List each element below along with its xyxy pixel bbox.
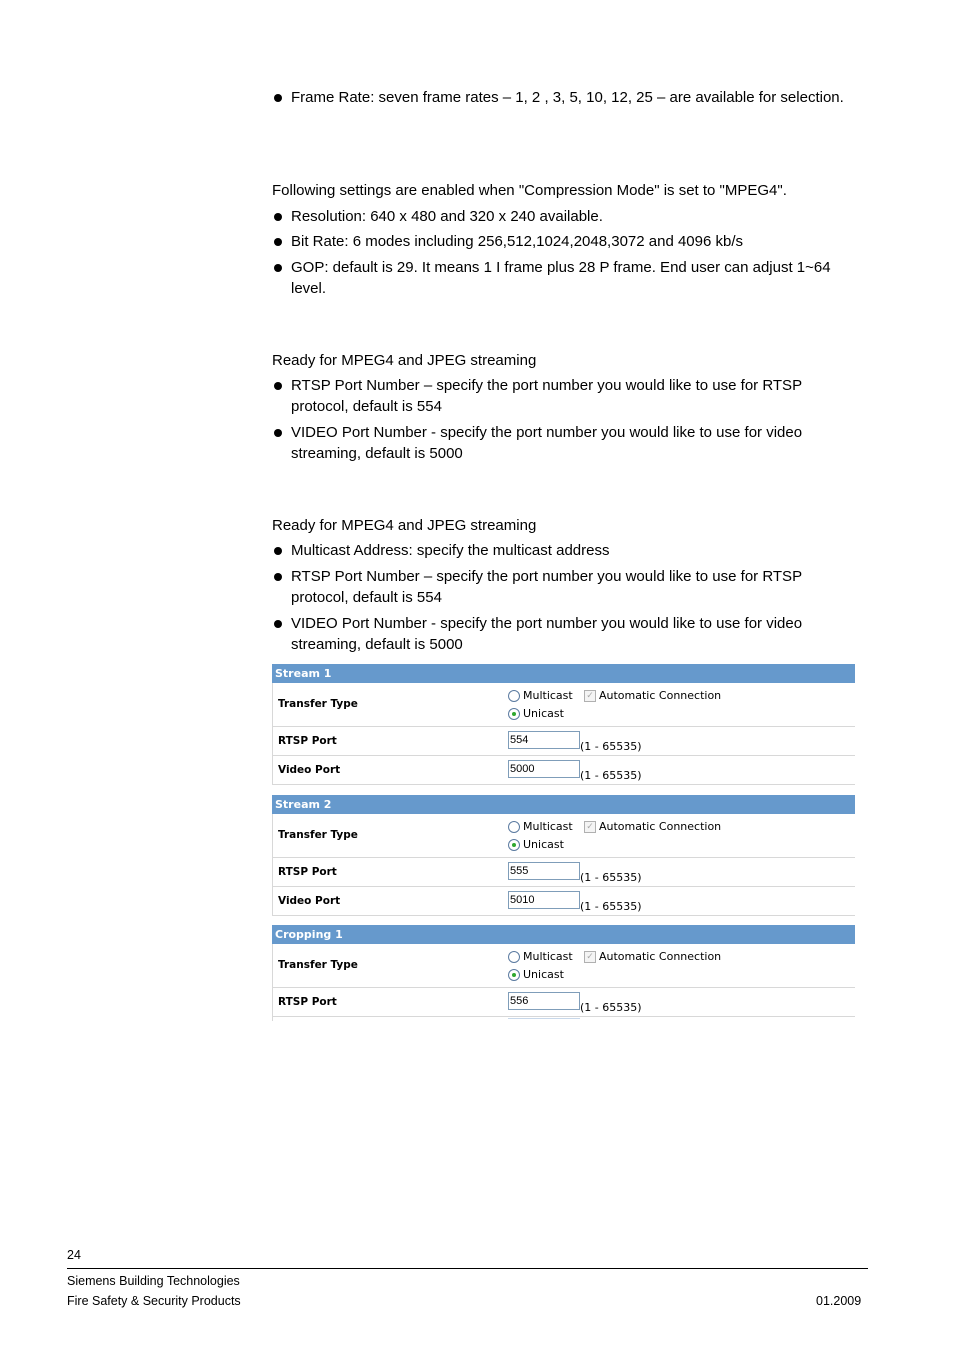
unicast-option[interactable]: Unicast: [508, 838, 564, 851]
cut-off-row: [272, 1017, 855, 1021]
rtsp-port-range: (1 - 65535): [580, 740, 642, 753]
automatic-connection-option[interactable]: ✓ Automatic Connection: [584, 950, 721, 963]
unicast-radio[interactable]: [508, 839, 520, 851]
bullet-unicast-rtsp: RTSP Port Number – specify the port numb…: [272, 375, 852, 417]
automatic-connection-checkbox[interactable]: ✓: [584, 690, 596, 702]
rtsp-port-label: RTSP Port: [278, 866, 337, 878]
footer-date: 01.2009: [816, 1294, 862, 1308]
bullet-resolution: Resolution: 640 x 480 and 320 x 240 avai…: [272, 206, 852, 227]
panel-stream-2: Stream 2 Transfer Type Multicast ✓ Automa…: [272, 795, 855, 916]
unicast-radio[interactable]: [508, 708, 520, 720]
bullet-icon: [274, 264, 282, 272]
footer-company: Siemens Building Technologies: [67, 1274, 240, 1288]
bullet-gop: GOP: default is 29. It means 1 I frame p…: [272, 257, 852, 299]
rtsp-port-range: (1 - 65535): [580, 1001, 642, 1014]
transfer-type-label: Transfer Type: [278, 829, 358, 841]
multicast-radio[interactable]: [508, 951, 520, 963]
footer-divider: [67, 1268, 868, 1269]
video-port-range: (1 - 65535): [580, 769, 642, 782]
video-port-row: Video Port 5010 (1 - 65535): [272, 887, 855, 916]
transfer-type-row: Transfer Type Multicast ✓ Automatic Conne…: [272, 814, 855, 858]
bullet-icon: [274, 429, 282, 437]
bullet-unicast-video: VIDEO Port Number - specify the port num…: [272, 422, 852, 464]
transfer-type-label: Transfer Type: [278, 959, 358, 971]
cut-off-input: [508, 1018, 580, 1022]
bullet-icon: [274, 94, 282, 102]
panel-header: Stream 1: [272, 664, 855, 683]
rtsp-port-row: RTSP Port 555 (1 - 65535): [272, 858, 855, 887]
bullet-multicast-address: Multicast Address: specify the multicast…: [272, 540, 852, 561]
video-port-range: (1 - 65535): [580, 900, 642, 913]
automatic-connection-checkbox[interactable]: ✓: [584, 821, 596, 833]
multicast-option[interactable]: Multicast: [508, 950, 573, 963]
unicast-intro: Ready for MPEG4 and JPEG streaming: [272, 352, 537, 369]
bullet-icon: [274, 620, 282, 628]
footer-division: Fire Safety & Security Products: [67, 1294, 241, 1308]
bullet-frame-rate: Frame Rate: seven frame rates – 1, 2 , 3…: [272, 87, 852, 108]
rtsp-port-row: RTSP Port 556 (1 - 65535): [272, 988, 855, 1017]
panel-stream-1: Stream 1 Transfer Type Multicast ✓ Automa…: [272, 664, 855, 785]
unicast-option[interactable]: Unicast: [508, 968, 564, 981]
video-port-label: Video Port: [278, 764, 341, 776]
multicast-option[interactable]: Multicast: [508, 820, 573, 833]
automatic-connection-checkbox[interactable]: ✓: [584, 951, 596, 963]
bullet-icon: [274, 238, 282, 246]
multicast-radio[interactable]: [508, 821, 520, 833]
multicast-option[interactable]: Multicast: [508, 689, 573, 702]
automatic-connection-option[interactable]: ✓ Automatic Connection: [584, 689, 721, 702]
rtsp-port-label: RTSP Port: [278, 735, 337, 747]
unicast-option[interactable]: Unicast: [508, 707, 564, 720]
bullet-icon: [274, 573, 282, 581]
panel-header: Stream 2: [272, 795, 855, 814]
video-port-row: Video Port 5000 (1 - 65535): [272, 756, 855, 785]
bullet-icon: [274, 382, 282, 390]
bullet-bitrate: Bit Rate: 6 modes including 256,512,1024…: [272, 231, 852, 252]
video-port-input[interactable]: 5000: [508, 760, 580, 778]
bullet-multicast-rtsp: RTSP Port Number – specify the port numb…: [272, 566, 852, 608]
page-number: 24: [67, 1248, 81, 1262]
rtsp-port-input[interactable]: 556: [508, 992, 580, 1010]
transfer-type-row: Transfer Type Multicast ✓ Automatic Conne…: [272, 683, 855, 727]
video-port-input[interactable]: 5010: [508, 891, 580, 909]
bullet-icon: [274, 213, 282, 221]
rtsp-port-input[interactable]: 554: [508, 731, 580, 749]
bullet-multicast-video: VIDEO Port Number - specify the port num…: [272, 613, 852, 655]
automatic-connection-option[interactable]: ✓ Automatic Connection: [584, 820, 721, 833]
mpeg4-intro: Following settings are enabled when "Com…: [272, 182, 787, 199]
rtsp-port-label: RTSP Port: [278, 996, 337, 1008]
transfer-type-row: Transfer Type Multicast ✓ Automatic Conne…: [272, 944, 855, 988]
panel-header: Cropping 1: [272, 925, 855, 944]
rtsp-port-range: (1 - 65535): [580, 871, 642, 884]
multicast-radio[interactable]: [508, 690, 520, 702]
panel-cropping-1: Cropping 1 Transfer Type Multicast ✓ Auto…: [272, 925, 855, 1021]
bullet-icon: [274, 547, 282, 555]
rtsp-port-row: RTSP Port 554 (1 - 65535): [272, 727, 855, 756]
unicast-radio[interactable]: [508, 969, 520, 981]
transfer-type-label: Transfer Type: [278, 698, 358, 710]
multicast-intro: Ready for MPEG4 and JPEG streaming: [272, 517, 537, 534]
video-port-label: Video Port: [278, 895, 341, 907]
rtsp-port-input[interactable]: 555: [508, 862, 580, 880]
